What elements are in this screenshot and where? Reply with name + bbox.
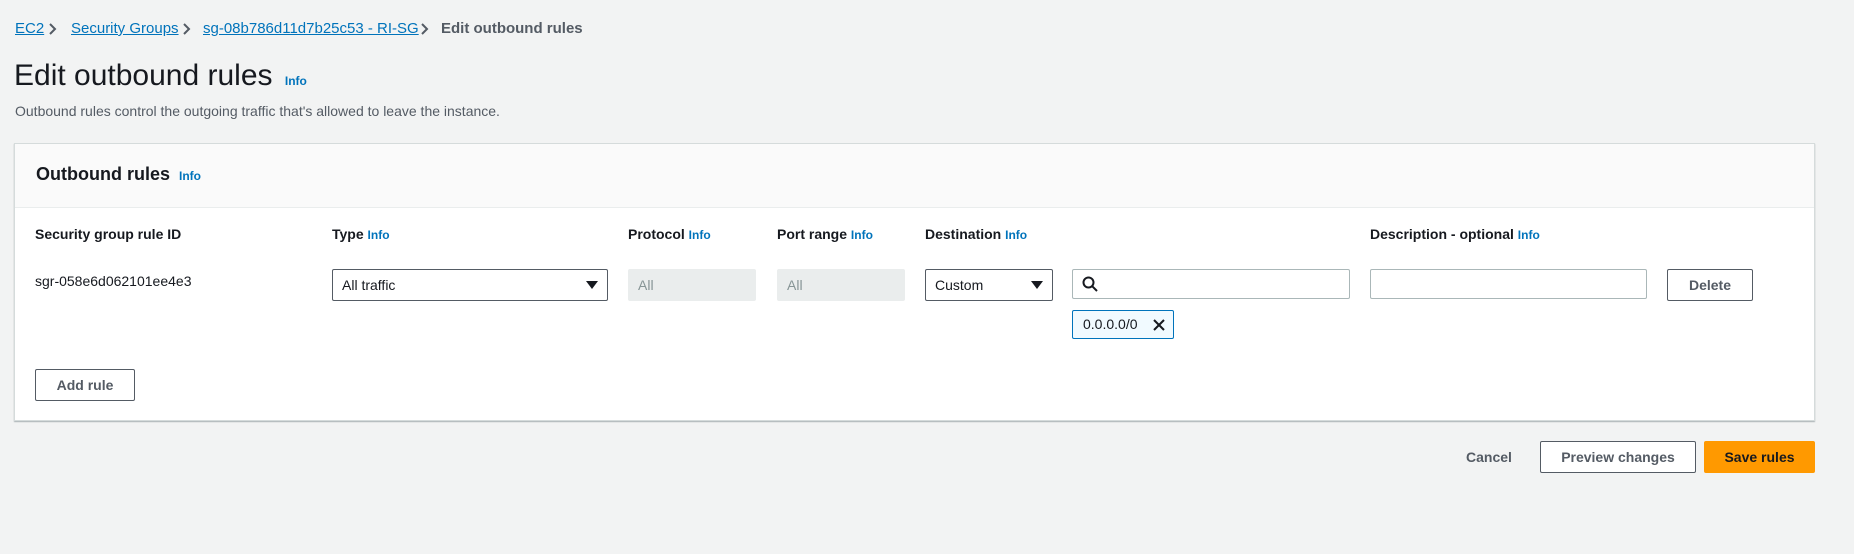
breadcrumb-current: Edit outbound rules: [441, 20, 583, 37]
column-type: Type Info: [332, 226, 390, 242]
destination-token: 0.0.0.0/0: [1072, 310, 1174, 339]
panel-header: Outbound rules Info: [15, 144, 1814, 208]
destination-info-link[interactable]: Info: [1005, 228, 1027, 242]
destination-search-input[interactable]: [1072, 269, 1350, 299]
search-icon: [1082, 276, 1098, 292]
port-range-info-link[interactable]: Info: [851, 228, 873, 242]
chevron-right-icon: [183, 23, 191, 35]
close-icon[interactable]: [1152, 318, 1166, 332]
column-rule-id: Security group rule ID: [35, 226, 181, 242]
column-rule-id-label: Security group rule ID: [35, 226, 182, 242]
caret-down-icon: [586, 281, 598, 289]
caret-down-icon: [1031, 281, 1043, 289]
panel-title: Outbound rules Info: [36, 164, 201, 185]
column-description: Description - optional Info: [1370, 226, 1540, 242]
destination-token-label: 0.0.0.0/0: [1083, 316, 1138, 332]
page-description: Outbound rules control the outgoing traf…: [15, 103, 500, 119]
description-info-link[interactable]: Info: [1518, 228, 1540, 242]
column-description-label: Description - optional: [1370, 226, 1514, 242]
panel-info-link[interactable]: Info: [179, 169, 201, 183]
column-protocol-label: Protocol: [628, 226, 685, 242]
rule-id-value: sgr-058e6d062101ee4e3: [35, 273, 192, 289]
protocol-info-link[interactable]: Info: [689, 228, 711, 242]
panel-title-text: Outbound rules: [36, 164, 170, 184]
destination-type-value: Custom: [935, 277, 984, 293]
page-title: Edit outbound rules Info: [14, 58, 307, 99]
chevron-right-icon: [49, 23, 57, 35]
page-info-link[interactable]: Info: [285, 74, 307, 88]
save-rules-button[interactable]: Save rules: [1704, 441, 1815, 473]
type-info-link[interactable]: Info: [368, 228, 390, 242]
breadcrumb-ec2[interactable]: EC2: [15, 20, 44, 38]
chevron-right-icon: [421, 23, 429, 35]
column-destination: Destination Info: [925, 226, 1027, 242]
column-type-label: Type: [332, 226, 364, 242]
preview-changes-button[interactable]: Preview changes: [1540, 441, 1696, 473]
add-rule-button[interactable]: Add rule: [35, 369, 135, 401]
column-port-range-label: Port range: [777, 226, 848, 242]
page-title-text: Edit outbound rules: [14, 59, 273, 92]
breadcrumb-security-groups[interactable]: Security Groups: [71, 20, 179, 38]
type-select-value: All traffic: [342, 277, 396, 293]
delete-rule-button[interactable]: Delete: [1667, 269, 1753, 301]
column-destination-label: Destination: [925, 226, 1002, 242]
destination-type-select[interactable]: Custom: [925, 269, 1053, 301]
protocol-input: All: [628, 269, 756, 301]
description-input[interactable]: [1370, 269, 1647, 299]
column-protocol: Protocol Info: [628, 226, 711, 242]
type-select[interactable]: All traffic: [332, 269, 608, 301]
column-port-range: Port range Info: [777, 226, 873, 242]
breadcrumb-security-group[interactable]: sg-08b786d11d7b25c53 - RI-SG: [203, 20, 419, 38]
cancel-button[interactable]: Cancel: [1466, 449, 1512, 465]
port-range-input: All: [777, 269, 905, 301]
